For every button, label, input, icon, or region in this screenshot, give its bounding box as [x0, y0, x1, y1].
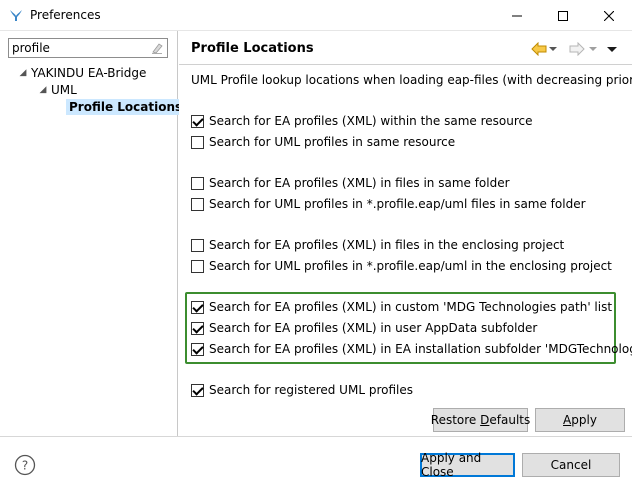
option-ea-profiles-ea-installation[interactable]: Search for EA profiles (XML) in EA insta… — [191, 340, 632, 358]
checkbox[interactable] — [191, 259, 204, 273]
checkbox[interactable] — [191, 321, 204, 335]
svg-text:?: ? — [22, 459, 28, 473]
tree-item-profile-locations[interactable]: Profile Locations — [66, 98, 186, 116]
dialog-footer: ? Apply and Close Cancel — [0, 436, 632, 491]
cancel-button[interactable]: Cancel — [522, 453, 620, 477]
forward-menu-button[interactable] — [589, 41, 597, 57]
page-description: UML Profile lookup locations when loadin… — [191, 73, 632, 87]
back-menu-icon — [549, 47, 557, 51]
checkbox[interactable] — [191, 197, 204, 211]
forward-icon — [569, 42, 585, 56]
option-ea-profiles-mdg-path[interactable]: Search for EA profiles (XML) in custom '… — [191, 298, 612, 316]
forward-menu-icon — [589, 47, 597, 51]
expanded-chevron-icon[interactable]: ◢ — [37, 81, 49, 99]
checkbox[interactable] — [191, 114, 204, 128]
tree-item-yakindu-ea-bridge[interactable]: ◢ YAKINDU EA-Bridge — [20, 64, 147, 82]
tree-item-uml[interactable]: ◢ UML — [40, 81, 77, 99]
checkbox[interactable] — [191, 342, 204, 356]
apply-and-close-button[interactable]: Apply and Close — [420, 451, 515, 479]
forward-button[interactable] — [569, 41, 585, 57]
back-menu-button[interactable] — [549, 41, 557, 57]
page-header: Profile Locations — [179, 31, 632, 65]
option-uml-profiles-enclosing-project[interactable]: Search for UML profiles in *.profile.eap… — [191, 257, 612, 275]
option-ea-profiles-same-folder[interactable]: Search for EA profiles (XML) in files in… — [191, 174, 510, 192]
preferences-sidebar: ◢ YAKINDU EA-Bridge ◢ UML Profile Locati… — [0, 31, 186, 436]
minimize-icon — [512, 15, 522, 16]
back-button[interactable] — [531, 41, 547, 57]
view-menu-button[interactable] — [607, 41, 617, 57]
checkbox[interactable] — [191, 300, 204, 314]
filter-field[interactable] — [8, 38, 168, 58]
window-title: Preferences — [30, 8, 101, 22]
apply-button[interactable]: Apply — [535, 408, 625, 432]
close-icon — [604, 10, 614, 21]
checkbox[interactable] — [191, 135, 204, 149]
restore-defaults-button[interactable]: Restore Defaults — [431, 408, 530, 432]
page-title: Profile Locations — [191, 41, 314, 56]
option-ea-profiles-same-resource[interactable]: Search for EA profiles (XML) within the … — [191, 112, 532, 130]
option-ea-profiles-appdata[interactable]: Search for EA profiles (XML) in user App… — [191, 319, 537, 337]
expanded-chevron-icon[interactable]: ◢ — [17, 64, 29, 82]
close-button[interactable] — [586, 0, 632, 31]
option-registered-uml-profiles[interactable]: Search for registered UML profiles — [191, 381, 413, 399]
maximize-icon — [558, 10, 568, 21]
checkbox[interactable] — [191, 176, 204, 190]
preference-page: Profile Locations UML Profile lookup loc… — [179, 31, 632, 436]
window-titlebar: Preferences — [0, 0, 632, 31]
view-menu-icon — [607, 46, 617, 52]
filter-input[interactable] — [9, 39, 139, 57]
eclipse-app-icon — [10, 10, 22, 21]
option-ea-profiles-enclosing-project[interactable]: Search for EA profiles (XML) in files in… — [191, 236, 564, 254]
maximize-button[interactable] — [540, 0, 586, 31]
back-icon — [531, 42, 547, 56]
checkbox[interactable] — [191, 383, 204, 397]
minimize-button[interactable] — [494, 0, 540, 31]
option-uml-profiles-same-folder[interactable]: Search for UML profiles in *.profile.eap… — [191, 195, 586, 213]
clear-filter-icon[interactable] — [150, 41, 164, 55]
option-uml-profiles-same-resource[interactable]: Search for UML profiles in same resource — [191, 133, 455, 151]
checkbox[interactable] — [191, 238, 204, 252]
help-icon[interactable]: ? — [14, 454, 36, 476]
